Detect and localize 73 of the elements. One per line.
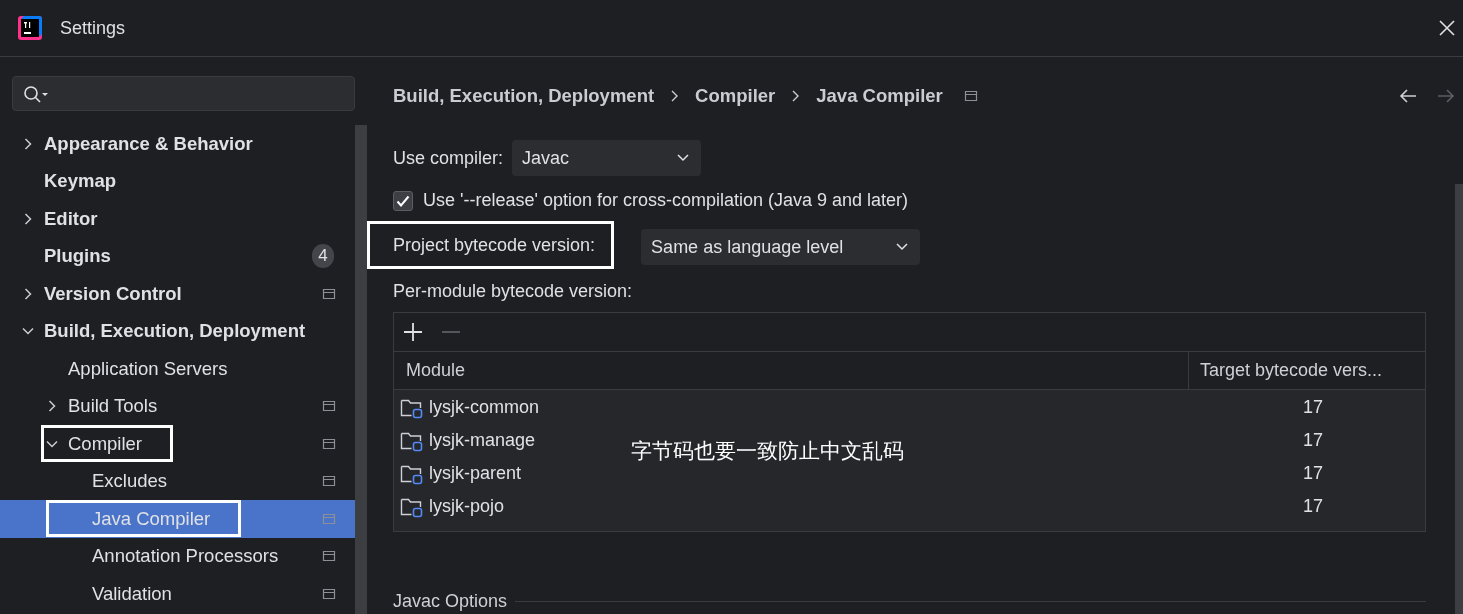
tree-item-label: Version Control [44, 282, 182, 305]
table-cell: lysjk-common [429, 397, 539, 418]
window-icon [322, 437, 336, 450]
app-logo-icon [18, 16, 42, 40]
table-cell: lysjk-pojo [429, 496, 505, 517]
close-icon[interactable] [1439, 20, 1455, 36]
breadcrumb-separator-icon [792, 89, 800, 102]
scrollbar[interactable] [1455, 184, 1463, 614]
table-cell-text: 17 [1302, 430, 1324, 451]
tree-item[interactable]: Java Compiler [0, 500, 355, 538]
chevron-right-icon[interactable] [46, 400, 58, 413]
bytecode-dropdown[interactable]: Same as language level [641, 229, 921, 265]
annotation-text: 字节码也要一致防止中文乱码 [631, 438, 904, 464]
count-badge: 4 [312, 244, 334, 269]
tree-item[interactable]: Compiler [0, 425, 355, 463]
chevron-down-icon [677, 154, 690, 162]
table-cell-text: 17 [1302, 496, 1324, 517]
field-label: Use compiler: [393, 147, 504, 169]
breadcrumb-item: Compiler [695, 84, 776, 107]
table-cell: lysjk-parent [429, 463, 522, 484]
window-title: Settings [60, 17, 127, 39]
tree-item[interactable]: Annotation Processors [0, 537, 355, 575]
tree-item-label: Editor [44, 207, 98, 230]
tree-item-label: Java Compiler [92, 507, 211, 530]
tree-item[interactable]: Application Servers [0, 350, 355, 388]
window-icon [322, 400, 336, 413]
table-cell-text: 17 [1302, 397, 1324, 418]
table-cell-text: 17 [1302, 463, 1324, 484]
section-label: Per-module bytecode version: [393, 281, 634, 302]
tree-item[interactable]: Appearance & Behavior [0, 125, 355, 163]
back-arrow-icon[interactable] [1399, 87, 1417, 104]
tree-item-label: Build Tools [68, 395, 158, 418]
tree-item[interactable]: Build Tools [0, 387, 355, 425]
tree-item-label: Validation [92, 582, 172, 605]
chevron-down-icon [896, 243, 909, 251]
search-field[interactable] [12, 76, 355, 111]
tree-item-label: Compiler [68, 432, 143, 455]
window-icon [322, 475, 336, 488]
tree-item-label: Build, Execution, Deployment [44, 320, 306, 343]
tree-item-label: Plugins [44, 245, 111, 268]
window-icon [322, 550, 336, 563]
scrollbar[interactable] [355, 125, 367, 614]
field-label: Project bytecode version: [393, 234, 596, 256]
window-icon [322, 587, 336, 600]
tree-item[interactable]: Keymap [0, 162, 355, 200]
window-icon [322, 287, 336, 300]
column-header[interactable]: Module [394, 352, 1189, 389]
tree-item[interactable]: Validation [0, 575, 355, 613]
tree-item[interactable]: Version Control [0, 275, 355, 313]
tree-item-label: Annotation Processors [92, 545, 279, 568]
breadcrumb-separator-icon [671, 89, 679, 102]
checkbox[interactable] [393, 190, 413, 211]
table-cell: lysjk-manage [429, 430, 536, 451]
tree-item[interactable]: Build, Execution, Deployment [0, 312, 355, 350]
tree-item-label: Keymap [44, 170, 116, 193]
tree-item[interactable]: Excludes [0, 462, 355, 500]
window-icon [322, 512, 336, 525]
checkbox-label: Use '--release' option for cross-compilation (Java 9 and later) [423, 190, 909, 211]
chevron-right-icon[interactable] [22, 137, 34, 150]
column-header[interactable]: Target bytecode vers... [1189, 360, 1383, 381]
tree-item-label: Application Servers [68, 357, 228, 380]
breadcrumb-item: Build, Execution, Deployment [393, 84, 655, 107]
chevron-right-icon[interactable] [22, 287, 34, 300]
search-icon [23, 84, 49, 103]
tree-item[interactable]: Editor [0, 200, 355, 238]
tree-item-label: Appearance & Behavior [44, 132, 253, 155]
compiler-dropdown[interactable]: Javac [512, 140, 702, 176]
tree-item-label: Excludes [92, 470, 168, 493]
chevron-right-icon[interactable] [22, 212, 34, 225]
breadcrumb-item: Java Compiler [816, 84, 943, 107]
section-title: Javac Options [393, 591, 508, 612]
tree-item[interactable]: Plugins 4 [0, 237, 355, 275]
add-icon[interactable] [403, 322, 423, 342]
